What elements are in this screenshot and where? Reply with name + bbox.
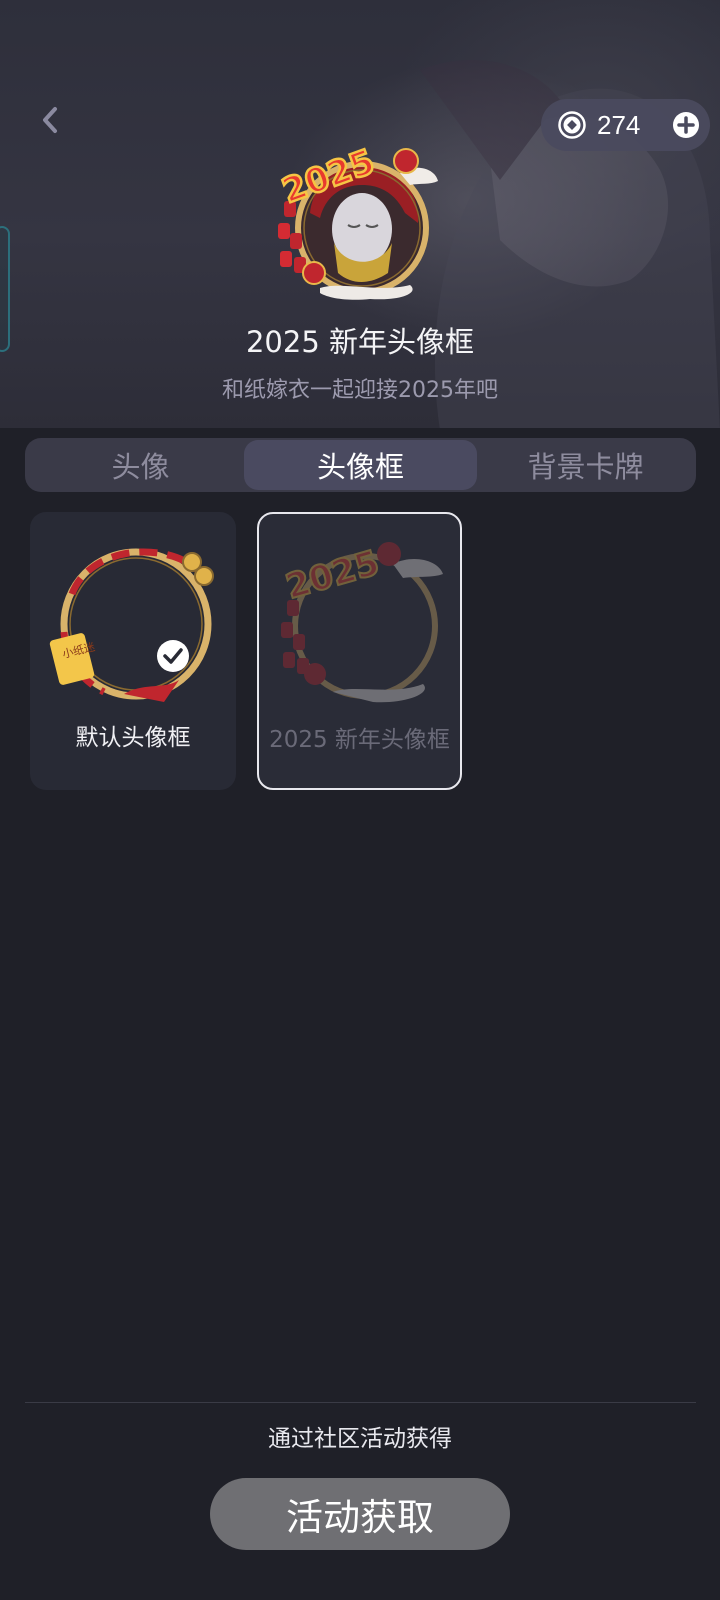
frame-card-label: 默认头像框 — [75, 725, 191, 751]
frame-card-label: 2025 新年头像框 — [269, 727, 450, 753]
back-button[interactable] — [30, 100, 70, 140]
equipped-check-icon — [157, 640, 189, 672]
tab-avatar[interactable]: 头像 — [27, 440, 254, 490]
new-year-frame-preview: 2025 — [276, 141, 438, 300]
frame-title: 2025 新年头像框 — [245, 325, 475, 359]
avatar-preview: 2025 — [270, 133, 450, 313]
default-frame-thumbnail: 小纸迷 — [49, 548, 214, 702]
frame-card-new-year-2025[interactable]: 2025 2025 新年头像框 — [257, 512, 462, 790]
category-tabs: 头像 头像框 背景卡牌 — [25, 438, 696, 492]
acquire-via-event-button[interactable]: 活动获取 — [210, 1478, 510, 1550]
chevron-left-icon — [43, 107, 57, 133]
new-year-frame-thumbnail: 2025 — [281, 542, 443, 703]
plus-circle-icon[interactable] — [672, 111, 700, 139]
acquire-hint: 通过社区活动获得 — [268, 1426, 452, 1452]
coin-balance: 274 — [541, 99, 710, 151]
frame-year-text: 2025 — [282, 543, 384, 608]
footer-divider — [25, 1402, 696, 1403]
tab-background-card[interactable]: 背景卡牌 — [477, 440, 694, 490]
frame-card-default[interactable]: 小纸迷 默认头像框 — [30, 512, 236, 790]
coin-count: 274 — [597, 110, 641, 140]
coin-icon — [558, 111, 586, 139]
frame-subtitle: 和纸嫁衣一起迎接2025年吧 — [222, 378, 498, 403]
tab-avatar-frame[interactable]: 头像框 — [244, 440, 477, 490]
